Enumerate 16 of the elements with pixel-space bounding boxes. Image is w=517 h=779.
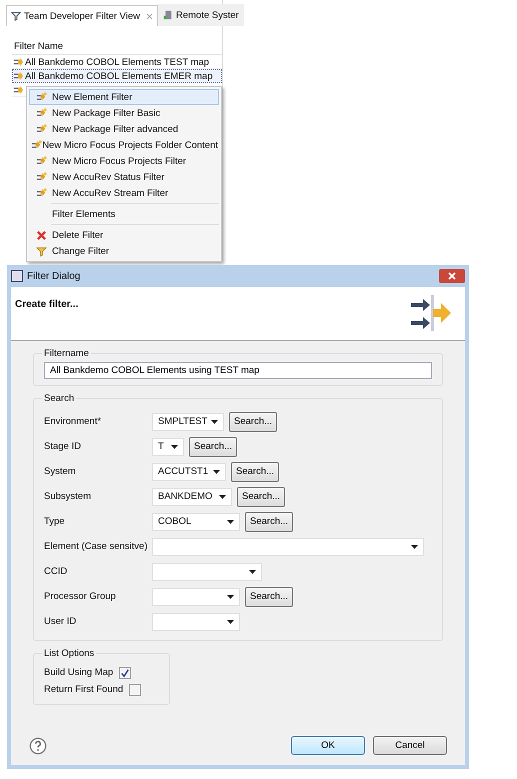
- group-label: Search: [42, 393, 76, 404]
- field-label: Processor Group: [44, 591, 117, 602]
- group-label: Filtername: [42, 348, 91, 359]
- field-label: Environment*: [44, 416, 102, 427]
- field-label: User ID: [44, 616, 78, 627]
- field-label: System: [44, 466, 77, 477]
- group-label: List Options: [42, 648, 96, 659]
- option-label: Build Using Map: [44, 667, 114, 678]
- option-label: Return First Found: [44, 684, 124, 695]
- field-label: Type: [44, 516, 66, 527]
- field-label: CCID: [44, 566, 68, 577]
- dialog-title: Filter Dialog: [27, 270, 82, 282]
- field-label: Stage ID: [44, 441, 82, 452]
- dialog-heading: Create filter...: [15, 299, 78, 312]
- field-label: Subsystem: [44, 491, 92, 502]
- field-label: Element (Case sensitve): [44, 541, 148, 552]
